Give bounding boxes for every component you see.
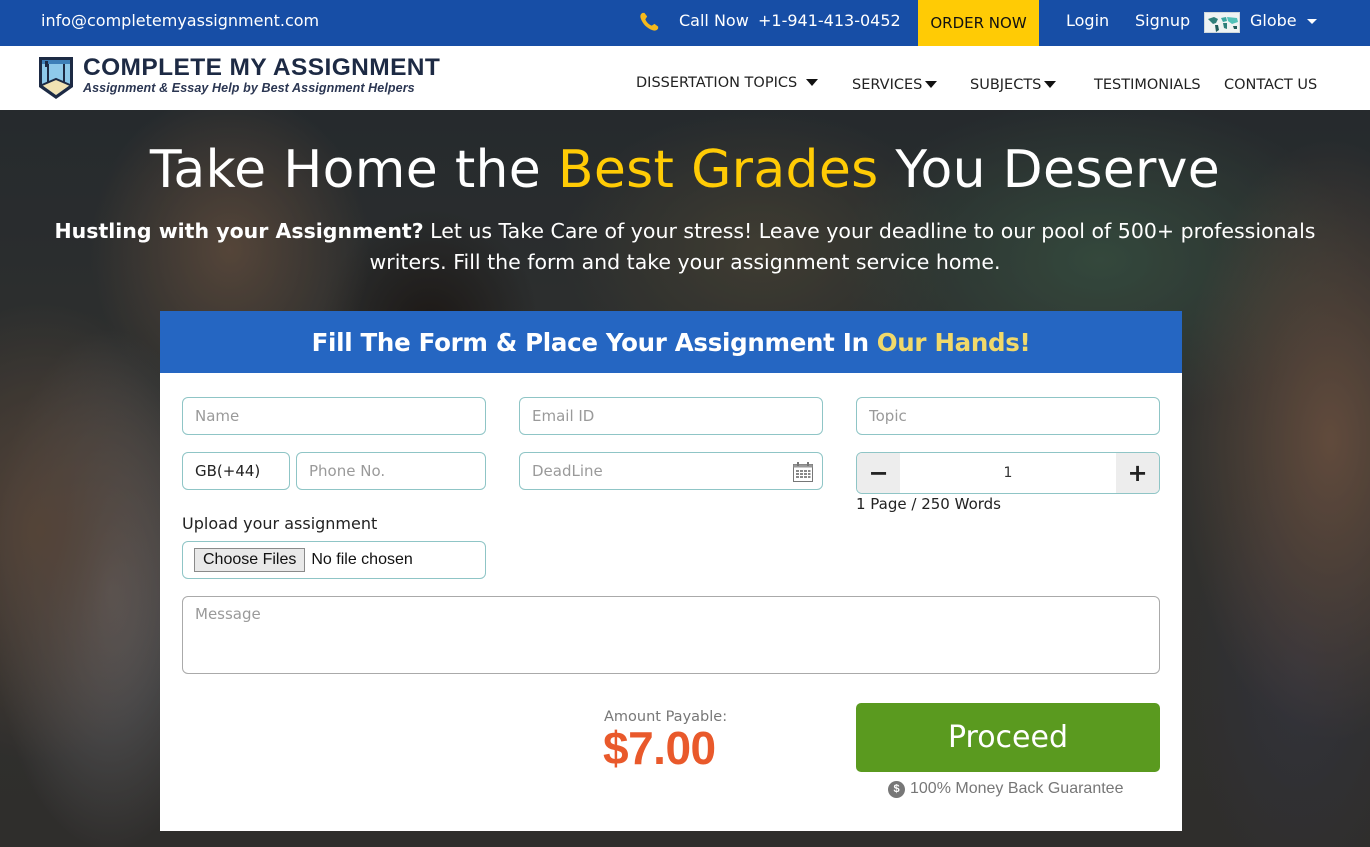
hero-title-pre: Take Home the: [149, 140, 558, 200]
guarantee-text: 100% Money Back Guarantee: [910, 780, 1124, 797]
name-input[interactable]: [195, 407, 485, 425]
choose-files-button[interactable]: Choose Files: [194, 548, 306, 572]
caret-down-icon: [1044, 80, 1057, 88]
form-heading: Fill The Form & Place Your Assignment In…: [160, 311, 1182, 373]
deadline-input[interactable]: [532, 462, 822, 480]
file-upload-field[interactable]: Choose Files No file chosen: [182, 541, 486, 579]
message-input[interactable]: [195, 605, 1147, 665]
message-field[interactable]: [182, 596, 1160, 674]
increment-button[interactable]: +: [1116, 453, 1159, 493]
form-heading-text: Fill The Form & Place Your Assignment In: [311, 327, 870, 357]
call-now-label: Call Now: [679, 11, 749, 30]
nav-item-label: CONTACT US: [1224, 77, 1318, 93]
calendar-icon[interactable]: [792, 461, 814, 483]
main-navbar: COMPLETE MY ASSIGNMENT Assignment & Essa…: [0, 46, 1370, 110]
proceed-button[interactable]: Proceed: [856, 703, 1160, 772]
nav-item-testimonials[interactable]: TESTIMONIALS: [1094, 77, 1201, 93]
country-code-value: GB(+44): [195, 462, 261, 480]
nav-item-label: SERVICES: [852, 77, 923, 93]
topic-field[interactable]: [856, 397, 1160, 435]
email-link[interactable]: info@completemyassignment.com: [41, 11, 319, 30]
hero-title: Take Home the Best Grades You Deserve: [0, 140, 1370, 200]
nav-item-services[interactable]: SERVICES: [852, 77, 938, 93]
signup-link[interactable]: Signup: [1135, 11, 1190, 30]
country-code-select[interactable]: GB(+44): [182, 452, 290, 490]
order-form: Fill The Form & Place Your Assignment In…: [160, 311, 1182, 831]
hero-title-post: You Deserve: [878, 140, 1221, 200]
brand-tagline: Assignment & Essay Help by Best Assignme…: [83, 81, 415, 95]
nav-item-label: DISSERTATION TOPICS: [636, 75, 798, 91]
upload-label: Upload your assignment: [182, 514, 378, 533]
login-link[interactable]: Login: [1066, 11, 1109, 30]
hero-subtitle-strong: Hustling with your Assignment?: [54, 219, 424, 243]
hero-section: Take Home the Best Grades You Deserve Hu…: [0, 110, 1370, 847]
pages-note: 1 Page / 250 Words: [856, 495, 1001, 513]
money-back-guarantee: $ 100% Money Back Guarantee: [888, 780, 1123, 798]
hero-subtitle-rest: Let us Take Care of your stress! Leave y…: [369, 219, 1316, 274]
amount-payable-value: $7.00: [603, 722, 716, 774]
name-field[interactable]: [182, 397, 486, 435]
caret-down-icon: [806, 78, 819, 86]
order-now-button[interactable]: ORDER NOW: [918, 0, 1039, 46]
world-map-icon: [1204, 12, 1240, 33]
hero-title-accent: Best Grades: [557, 140, 879, 200]
nav-item-label: SUBJECTS: [970, 77, 1042, 93]
brand-title[interactable]: COMPLETE MY ASSIGNMENT: [83, 54, 440, 82]
nav-item-dissertation-topics[interactable]: DISSERTATION TOPICS: [636, 75, 819, 91]
caret-down-icon: [925, 80, 938, 88]
file-status: No file chosen: [311, 551, 413, 568]
chevron-down-icon[interactable]: [1307, 19, 1317, 24]
dollar-coin-icon: $: [888, 780, 905, 798]
deadline-field[interactable]: [519, 452, 823, 490]
phone-field[interactable]: [296, 452, 486, 490]
nav-item-contact-us[interactable]: CONTACT US: [1224, 77, 1317, 93]
topic-input[interactable]: [869, 407, 1159, 425]
phone-icon: [638, 11, 660, 33]
email-field[interactable]: [519, 397, 823, 435]
pages-stepper[interactable]: − 1 +: [856, 452, 1160, 494]
form-heading-accent: Our Hands!: [876, 327, 1031, 357]
phone-input[interactable]: [309, 462, 485, 480]
hero-subtitle: Hustling with your Assignment? Let us Ta…: [35, 216, 1335, 278]
globe-selector[interactable]: Globe: [1250, 11, 1297, 30]
pages-value[interactable]: 1: [900, 453, 1116, 493]
decrement-button[interactable]: −: [857, 453, 900, 493]
phone-number-link[interactable]: +1-941-413-0452: [758, 11, 901, 30]
nav-item-subjects[interactable]: SUBJECTS: [970, 77, 1057, 93]
nav-item-label: TESTIMONIALS: [1094, 77, 1201, 93]
top-bar: info@completemyassignment.com Call Now +…: [0, 0, 1370, 46]
logo-icon[interactable]: [37, 55, 75, 101]
email-input[interactable]: [532, 407, 822, 425]
